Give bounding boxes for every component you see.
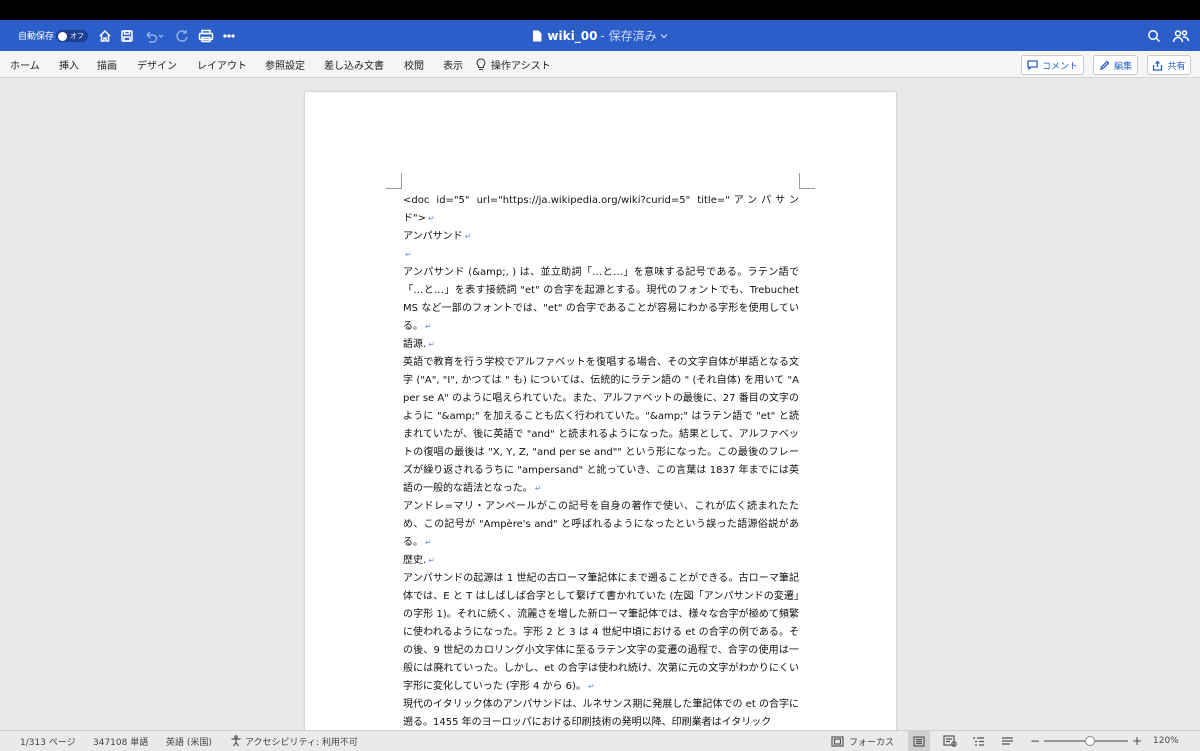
accessibility-icon [230, 735, 242, 747]
focus-icon [831, 735, 844, 747]
focus-button[interactable]: フォーカス [831, 731, 894, 751]
tab-review[interactable]: 校閲 [404, 51, 424, 78]
paragraph: 歴史. ↵ [403, 552, 799, 570]
margin-corner-mark [386, 173, 402, 189]
autosave-toggle[interactable]: オフ [56, 30, 88, 42]
paragraph-mark: ↵ [427, 214, 435, 223]
tab-design[interactable]: デザイン [137, 51, 177, 78]
lightbulb-icon [476, 58, 486, 71]
paragraph-mark: ↵ [428, 340, 435, 349]
draft-view-icon[interactable] [1001, 731, 1014, 751]
ribbon: ホーム 挿入 描画 デザイン レイアウト 参照設定 差し込み文書 校閲 表示 操… [0, 51, 1200, 78]
paragraph-text: 現代のイタリック体のアンパサンドは、ルネサンス期に発展した筆記体での et の合… [403, 699, 799, 728]
paragraph-mark: ↵ [464, 232, 472, 241]
share-button[interactable]: 共有 [1147, 55, 1191, 75]
search-icon[interactable] [1147, 20, 1161, 51]
document-body[interactable]: <doc id="5" url="https://ja.wikipedia.or… [403, 192, 799, 732]
print-icon[interactable] [198, 20, 214, 51]
paragraph: <doc id="5" url="https://ja.wikipedia.or… [403, 192, 799, 228]
tab-layout[interactable]: レイアウト [197, 51, 247, 78]
tell-me-label: 操作アシスト [491, 61, 551, 72]
zoom-slider[interactable] [1044, 736, 1128, 746]
paragraph-mark: ↵ [587, 682, 595, 691]
toggle-knob [58, 31, 67, 41]
document-save-state: - 保存済み [600, 29, 657, 43]
web-layout-view-icon[interactable] [943, 731, 957, 751]
document-page[interactable]: <doc id="5" url="https://ja.wikipedia.or… [305, 92, 896, 742]
word-count[interactable]: 347108 単語 [93, 731, 148, 751]
tab-references[interactable]: 参照設定 [265, 51, 305, 78]
edit-label: 編集 [1113, 61, 1132, 72]
document-icon [532, 30, 542, 42]
paragraph: ↵ [403, 246, 799, 264]
paragraph: アンパサンド (&amp;, ) は、並立助詞「…と…」を意味する記号である。ラ… [403, 264, 799, 336]
accessibility-status[interactable]: アクセシビリティ: 利用不可 [230, 731, 358, 751]
status-bar: 1/313 ページ 347108 単語 英語 (米国) アクセシビリティ: 利用… [0, 730, 1200, 751]
paragraph-mark: ↵ [428, 556, 435, 565]
paragraph-mark: ↵ [534, 484, 542, 493]
paragraph-text: アンパサンドの起源は 1 世紀の古ローマ筆記体にまで遡ることができる。古ローマ筆… [403, 573, 799, 692]
paragraph-text: 英語で教育を行う学校でアルファベットを復唱する場合、その文字自体が単語となる文字… [403, 357, 799, 494]
zoom-level[interactable]: 120% [1153, 731, 1179, 751]
title-bar: 自動保存 オフ wiki_00 - 保存済み [0, 20, 1200, 51]
tab-home[interactable]: ホーム [10, 51, 40, 78]
tell-me-assist[interactable]: 操作アシスト [476, 51, 551, 78]
tab-insert[interactable]: 挿入 [59, 51, 79, 78]
share-icon [1152, 60, 1163, 71]
autosave-label: 自動保存 [18, 32, 55, 42]
paragraph-text: アンドレ=マリ・アンペールがこの記号を自身の著作で使い、これが広く読まれたため、… [403, 501, 799, 548]
edit-button[interactable]: 編集 [1093, 55, 1138, 75]
more-icon[interactable] [222, 20, 236, 51]
paragraph-text: アンパサンド (&amp;, ) は、並立助詞「…と…」を意味する記号である。ラ… [403, 267, 799, 332]
margin-corner-mark [799, 173, 815, 189]
undo-icon[interactable] [143, 20, 165, 51]
paragraph: 語源. ↵ [403, 336, 799, 354]
paragraph-mark: ↵ [425, 538, 432, 547]
zoom-in-button[interactable]: + [1132, 731, 1142, 751]
paragraph-text: 歴史. [403, 555, 427, 566]
people-icon[interactable] [1172, 20, 1190, 51]
paragraph-mark: ↵ [405, 250, 412, 259]
pencil-icon [1099, 60, 1110, 71]
document-name: wiki_00 [547, 28, 598, 43]
chevron-down-icon [660, 32, 668, 40]
paragraph: 現代のイタリック体のアンパサンドは、ルネサンス期に発展した筆記体での et の合… [403, 696, 799, 732]
language-indicator[interactable]: 英語 (米国) [166, 731, 212, 751]
home-icon[interactable] [98, 20, 112, 51]
tab-mailings[interactable]: 差し込み文書 [324, 51, 384, 78]
accessibility-label: アクセシビリティ: 利用不可 [245, 737, 358, 748]
paragraph: アンパサンドの起源は 1 世紀の古ローマ筆記体にまで遡ることができる。古ローマ筆… [403, 570, 799, 696]
page-count[interactable]: 1/313 ページ [20, 731, 76, 751]
comment-icon [1027, 60, 1038, 70]
zoom-slider-thumb[interactable] [1085, 736, 1096, 746]
paragraph-text: 語源. [403, 339, 427, 350]
paragraph-mark: ↵ [425, 322, 432, 331]
tab-view[interactable]: 表示 [443, 51, 463, 78]
print-layout-view-icon[interactable] [908, 731, 930, 751]
focus-label: フォーカス [849, 737, 895, 748]
paragraph: アンパサンド ↵ [403, 228, 799, 246]
save-icon[interactable] [120, 20, 134, 51]
autosave-state: オフ [70, 32, 84, 40]
paragraph: アンドレ=マリ・アンペールがこの記号を自身の著作で使い、これが広く読まれたため、… [403, 498, 799, 552]
paragraph: 英語で教育を行う学校でアルファベットを復唱する場合、その文字自体が単語となる文字… [403, 354, 799, 498]
tab-draw[interactable]: 描画 [97, 51, 117, 78]
paragraph-text: アンパサンド [403, 231, 463, 242]
paragraph-text: <doc id="5" url="https://ja.wikipedia.or… [403, 195, 799, 224]
comment-label: コメント [1041, 61, 1078, 72]
zoom-out-button[interactable]: − [1030, 731, 1040, 751]
system-top-bar [0, 0, 1200, 20]
redo-icon[interactable] [175, 20, 189, 51]
share-label: 共有 [1167, 61, 1186, 72]
comment-button[interactable]: コメント [1021, 55, 1084, 75]
outline-view-icon[interactable] [972, 731, 985, 751]
